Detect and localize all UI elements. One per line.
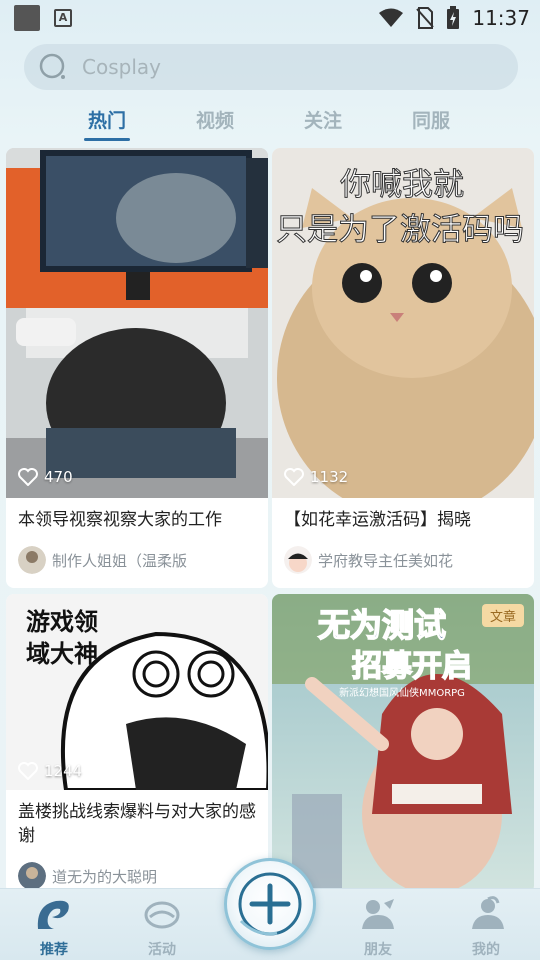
- battery-charging-icon: [447, 6, 460, 29]
- search-bar[interactable]: Cosplay: [24, 44, 518, 90]
- search-icon: [39, 53, 65, 79]
- avatar: [18, 862, 46, 890]
- friends-icon: [362, 899, 394, 929]
- no-sim-icon: [416, 7, 435, 29]
- nav-profile[interactable]: 我的: [446, 895, 526, 959]
- svg-text:只是为了激活码吗: 只是为了激活码吗: [276, 212, 524, 248]
- like-count-value: 1132: [310, 468, 349, 486]
- post-image: 无为测试 招募开启 新派幻想国风仙侠MMORPG: [272, 594, 534, 894]
- author-name: 道无为的大聪明: [52, 867, 158, 886]
- nav-friends[interactable]: 朋友: [338, 895, 418, 959]
- svg-text:游戏领: 游戏领: [26, 608, 98, 636]
- like-count[interactable]: 1132: [284, 468, 348, 486]
- status-icons: 11:37: [378, 4, 530, 32]
- tab-video[interactable]: 视频: [196, 106, 234, 133]
- app-screen: A 11:37 Cosplay 热门 视频 关注 同服 470 本领导视察视察大…: [0, 0, 540, 960]
- like-count[interactable]: 1244: [18, 762, 82, 780]
- post-title: 盖楼挑战线索爆料与对大家的感谢: [18, 802, 256, 846]
- tab-same-server[interactable]: 同服: [412, 106, 450, 133]
- heart-icon: [18, 468, 38, 486]
- search-placeholder: Cosplay: [82, 55, 161, 79]
- feed-card[interactable]: 你喊我就 只是为了激活码吗 1132 【如花幸运激活码】揭晓 学府教导主任美如花: [272, 148, 534, 588]
- post-author[interactable]: 制作人姐姐（温柔版: [18, 546, 187, 574]
- nav-recommend[interactable]: 推荐: [14, 895, 94, 959]
- like-count-value: 1244: [44, 762, 83, 780]
- heart-icon: [18, 762, 38, 780]
- tab-follow[interactable]: 关注: [304, 106, 342, 133]
- nav-activity[interactable]: 活动: [122, 895, 202, 959]
- post-image: 游戏领 域大神: [6, 594, 268, 790]
- wifi-icon: [379, 8, 404, 27]
- recommend-icon: [37, 900, 69, 929]
- status-bar: A 11:37: [0, 0, 540, 36]
- clock: 11:37: [472, 6, 530, 30]
- feed-tabs: 热门 视频 关注 同服: [0, 100, 540, 144]
- avatar: [284, 546, 312, 574]
- author-name: 学府教导主任美如花: [318, 551, 454, 570]
- svg-text:域大神: 域大神: [26, 640, 98, 668]
- activity-icon: [144, 901, 180, 929]
- feed-card[interactable]: 470 本领导视察视察大家的工作 制作人姐姐（温柔版: [6, 148, 268, 588]
- post-title: 本领导视察视察大家的工作: [18, 510, 222, 530]
- feed-card[interactable]: 游戏领 域大神 1244 盖楼挑战线索爆料与对大家的感谢 道无为的大聪明: [6, 594, 268, 894]
- svg-text:招募开启: 招募开启: [352, 649, 472, 684]
- like-count-value: 470: [44, 468, 73, 486]
- author-name: 制作人姐姐（温柔版: [52, 551, 188, 570]
- create-post-button[interactable]: [224, 858, 316, 950]
- svg-text:你喊我就: 你喊我就: [340, 167, 464, 203]
- tab-hot[interactable]: 热门: [88, 106, 126, 133]
- active-tab-indicator: [84, 138, 130, 141]
- profile-icon: [472, 896, 504, 929]
- post-title: 【如花幸运激活码】揭晓: [284, 510, 471, 530]
- plus-icon: [238, 872, 302, 936]
- post-image: 你喊我就 只是为了激活码吗: [272, 148, 534, 498]
- like-count[interactable]: 470: [18, 468, 73, 486]
- svg-text:无为测试: 无为测试: [318, 606, 446, 644]
- avatar: [18, 546, 46, 574]
- svg-text:新派幻想国风仙侠MMORPG: 新派幻想国风仙侠MMORPG: [339, 686, 465, 699]
- notification-icon: [14, 5, 40, 31]
- article-badge: 文章: [481, 604, 524, 627]
- feed-card[interactable]: 无为测试 招募开启 新派幻想国风仙侠MMORPG 文章: [272, 594, 534, 894]
- post-author[interactable]: 道无为的大聪明: [18, 862, 157, 890]
- post-image: [6, 148, 268, 498]
- post-author[interactable]: 学府教导主任美如花: [284, 546, 453, 574]
- heart-icon: [284, 468, 304, 486]
- app-notification-icon: A: [54, 9, 72, 27]
